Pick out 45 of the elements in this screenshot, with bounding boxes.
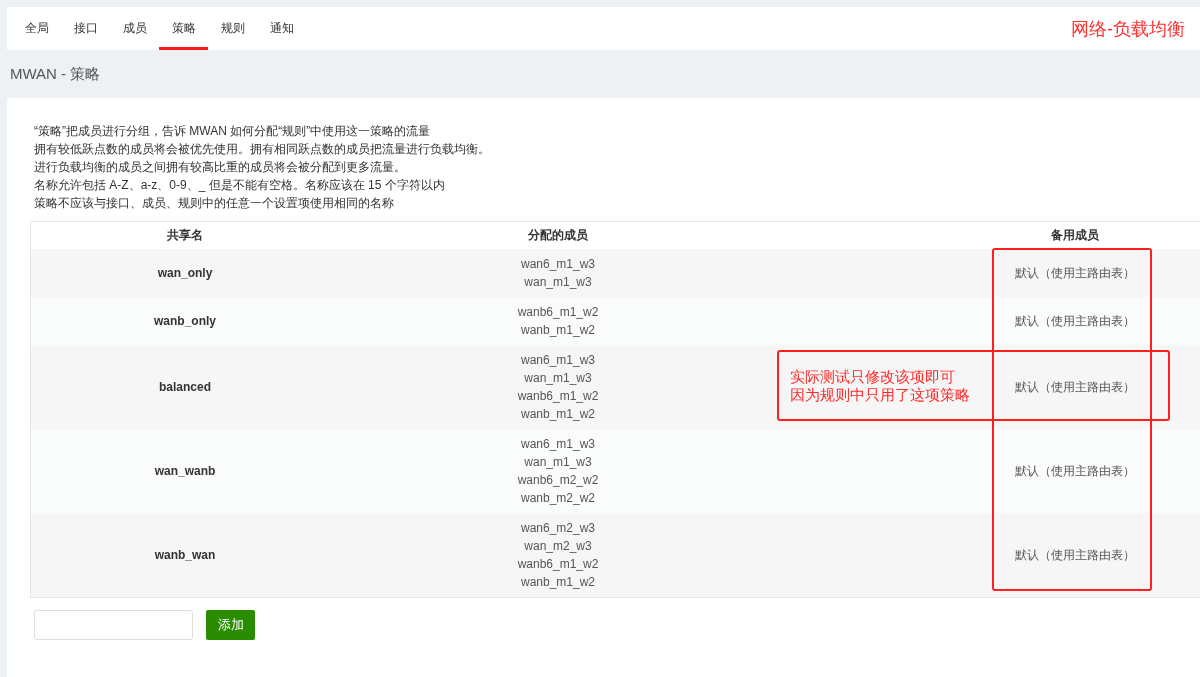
column-header: 分配的成员: [528, 227, 588, 244]
description-text: 进行负载均衡的成员之间拥有较高比重的成员将会被分配到更多流量。: [34, 159, 406, 176]
policy-name: wanb_only: [154, 313, 216, 330]
column-header: 备用成员: [1050, 227, 1099, 244]
fallback-member: 默认（使用主路由表）: [1014, 463, 1135, 480]
member-name: wanb_m1_w2: [520, 322, 595, 339]
description-text: 名称允许包括 A-Z、a-z、0-9、_ 但是不能有空格。名称应该在 15 个字符以内: [34, 177, 445, 194]
description-text: “策略”把成员进行分组，告诉 MWAN 如何分配“规则”中使用这一策略的流量: [34, 123, 431, 140]
member-name: wan6_m1_w3: [520, 436, 595, 453]
member-name: wan6_m2_w3: [520, 520, 595, 537]
member-name: wanb_m1_w2: [520, 406, 595, 423]
member-name: wan6_m1_w3: [520, 352, 595, 369]
column-header: 共享名: [167, 227, 203, 244]
member-name: wan_m1_w3: [524, 370, 592, 387]
policy-name: balanced: [159, 379, 211, 396]
policy-name: wan_only: [157, 265, 213, 282]
member-name: wanb6_m1_w2: [517, 388, 599, 405]
member-name: wanb6_m2_w2: [517, 472, 599, 489]
description-text: 拥有较低跃点数的成员将会被优先使用。拥有相同跃点数的成员把流量进行负载均衡。: [34, 141, 490, 158]
member-name: wan_m1_w3: [524, 454, 592, 471]
description-text: 策略不应该与接口、成员、规则中的任意一个设置项使用相同的名称: [34, 195, 394, 212]
policy-name: wan_wanb: [154, 463, 216, 480]
fallback-member: 默认（使用主路由表）: [1014, 313, 1135, 330]
name-input[interactable]: [34, 610, 193, 640]
nav-tab[interactable]: 策略: [159, 7, 208, 50]
fallback-member: 默认（使用主路由表）: [1014, 547, 1135, 564]
annotation-text: 实际测试只修改该项即可 因为规则中只用了这项策略: [790, 367, 970, 404]
member-name: wan_m2_w3: [524, 538, 592, 555]
member-name: wan_m1_w3: [524, 274, 592, 291]
page-title: MWAN - 策略: [10, 64, 101, 84]
page-caption: 网络-负载均衡: [1071, 17, 1185, 41]
fallback-member: 默认（使用主路由表）: [1014, 265, 1135, 282]
nav-tab[interactable]: 接口: [61, 7, 110, 50]
member-name: wanb6_m1_w2: [517, 556, 599, 573]
policy-name: wanb_wan: [154, 547, 216, 564]
member-name: wanb_m1_w2: [520, 574, 595, 591]
member-name: wan6_m1_w3: [520, 256, 595, 273]
nav-tab[interactable]: 全局: [12, 7, 61, 50]
fallback-member: 默认（使用主路由表）: [1014, 379, 1135, 396]
member-name: wanb6_m1_w2: [517, 304, 599, 321]
nav-tab[interactable]: 通知: [257, 7, 306, 50]
nav-tab[interactable]: 规则: [208, 7, 257, 50]
add-button[interactable]: 添加: [206, 610, 255, 640]
member-name: wanb_m2_w2: [520, 490, 595, 507]
nav-tab[interactable]: 成员: [110, 7, 159, 50]
